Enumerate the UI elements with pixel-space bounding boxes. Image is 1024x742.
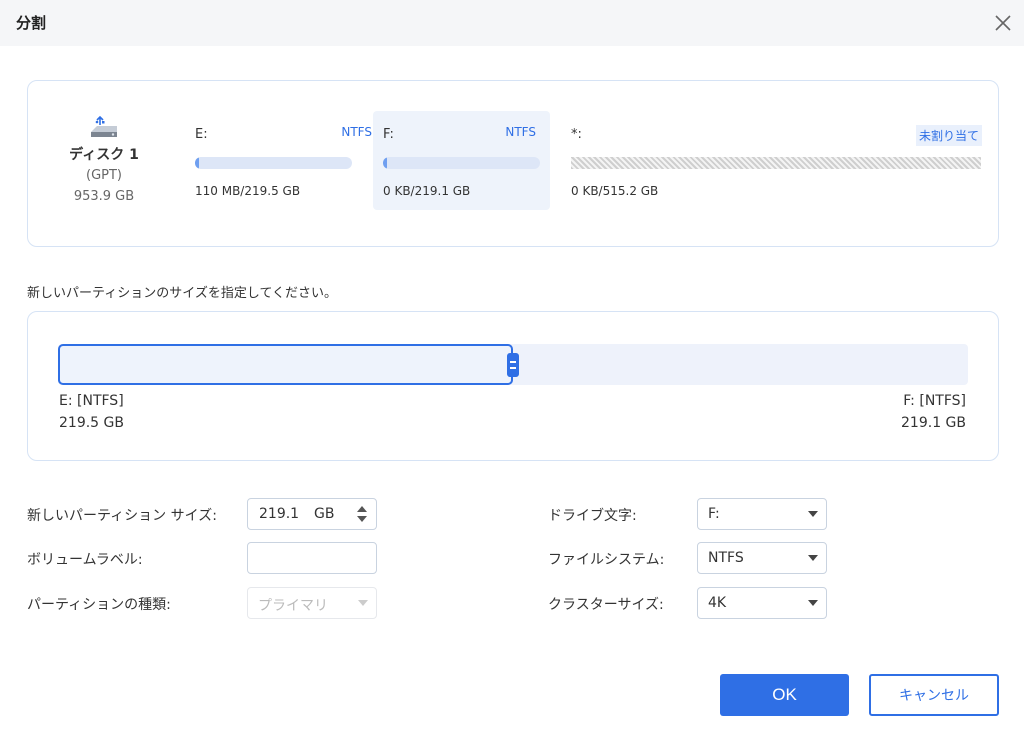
partition-size: 0 KB/515.2 GB — [571, 184, 659, 198]
partition-e[interactable]: E: NTFS 110 MB/219.5 GB — [182, 111, 372, 210]
size-stepper[interactable]: 219.1 GB — [247, 498, 377, 530]
left-partition-name: E: [NTFS] — [59, 393, 124, 409]
partition-type-select: プライマリ — [247, 587, 377, 619]
partition-letter: E: — [195, 127, 208, 142]
right-partition-name: F: [NTFS] — [903, 393, 966, 409]
resize-card: E: [NTFS] 219.5 GB F: [NTFS] 219.1 GB — [27, 311, 999, 461]
type-label: パーティションの種類: — [27, 597, 171, 613]
usb-disk-icon — [91, 115, 117, 137]
partition-type-value: プライマリ — [258, 598, 328, 614]
size-unit: GB — [314, 506, 335, 522]
stepper-arrows-icon[interactable] — [356, 504, 368, 524]
drive-letter-value: F: — [708, 506, 720, 522]
disk-name: ディスク 1 — [69, 147, 139, 163]
cluster-size-value: 4K — [708, 595, 727, 611]
size-value[interactable]: 219.1 — [259, 506, 299, 522]
size-label: 新しいパーティション サイズ: — [27, 508, 217, 524]
resize-track[interactable] — [58, 344, 968, 385]
partition-usage-fill — [383, 157, 387, 169]
dialog-titlebar: 分割 — [0, 0, 1024, 46]
resize-prompt: 新しいパーティションのサイズを指定してください。 — [27, 286, 338, 301]
partition-fs: 未割り当て — [915, 125, 982, 146]
disk-info: ディスク 1 (GPT) 953.9 GB — [68, 115, 140, 207]
partition-f[interactable]: F: NTFS 0 KB/219.1 GB — [373, 111, 550, 210]
partition-fs: NTFS — [341, 125, 372, 139]
close-icon[interactable] — [990, 10, 1016, 36]
file-system-select[interactable]: NTFS — [697, 542, 827, 574]
file-system-label: ファイルシステム: — [548, 552, 665, 568]
chevron-down-icon — [808, 555, 818, 561]
file-system-value: NTFS — [708, 550, 744, 566]
partition-usage-bar — [383, 157, 540, 169]
partition-letter: *: — [571, 127, 582, 142]
partition-usage-bar — [571, 157, 981, 169]
cancel-button[interactable]: キャンセル — [869, 674, 999, 716]
partition-letter: F: — [383, 127, 394, 142]
partition-fs: NTFS — [505, 125, 536, 139]
ok-button[interactable]: OK — [720, 674, 849, 716]
cluster-size-select[interactable]: 4K — [697, 587, 827, 619]
partition-size: 0 KB/219.1 GB — [383, 184, 471, 198]
partition-usage-bar — [195, 157, 352, 169]
disk-partition-style: (GPT) — [86, 168, 122, 183]
drive-letter-label: ドライブ文字: — [548, 508, 637, 524]
disk-capacity: 953.9 GB — [73, 189, 135, 204]
chevron-down-icon — [808, 600, 818, 606]
drive-letter-select[interactable]: F: — [697, 498, 827, 530]
chevron-down-icon — [808, 511, 818, 517]
partition-size: 110 MB/219.5 GB — [195, 184, 301, 198]
partition-unallocated[interactable]: *: 未割り当て 0 KB/515.2 GB — [562, 111, 982, 210]
cluster-size-label: クラスターサイズ: — [548, 597, 664, 613]
chevron-down-icon — [358, 600, 368, 606]
right-partition-size: 219.1 GB — [901, 415, 966, 431]
split-handle[interactable] — [507, 353, 519, 377]
left-partition-segment — [58, 344, 513, 385]
disk-map-card: ディスク 1 (GPT) 953.9 GB E: NTFS 110 MB/219… — [27, 80, 999, 247]
partition-usage-fill — [195, 157, 199, 169]
volume-label-input[interactable] — [247, 542, 377, 574]
left-partition-size: 219.5 GB — [59, 415, 124, 431]
volume-label: ボリュームラベル: — [27, 552, 143, 568]
dialog-title: 分割 — [16, 14, 47, 32]
